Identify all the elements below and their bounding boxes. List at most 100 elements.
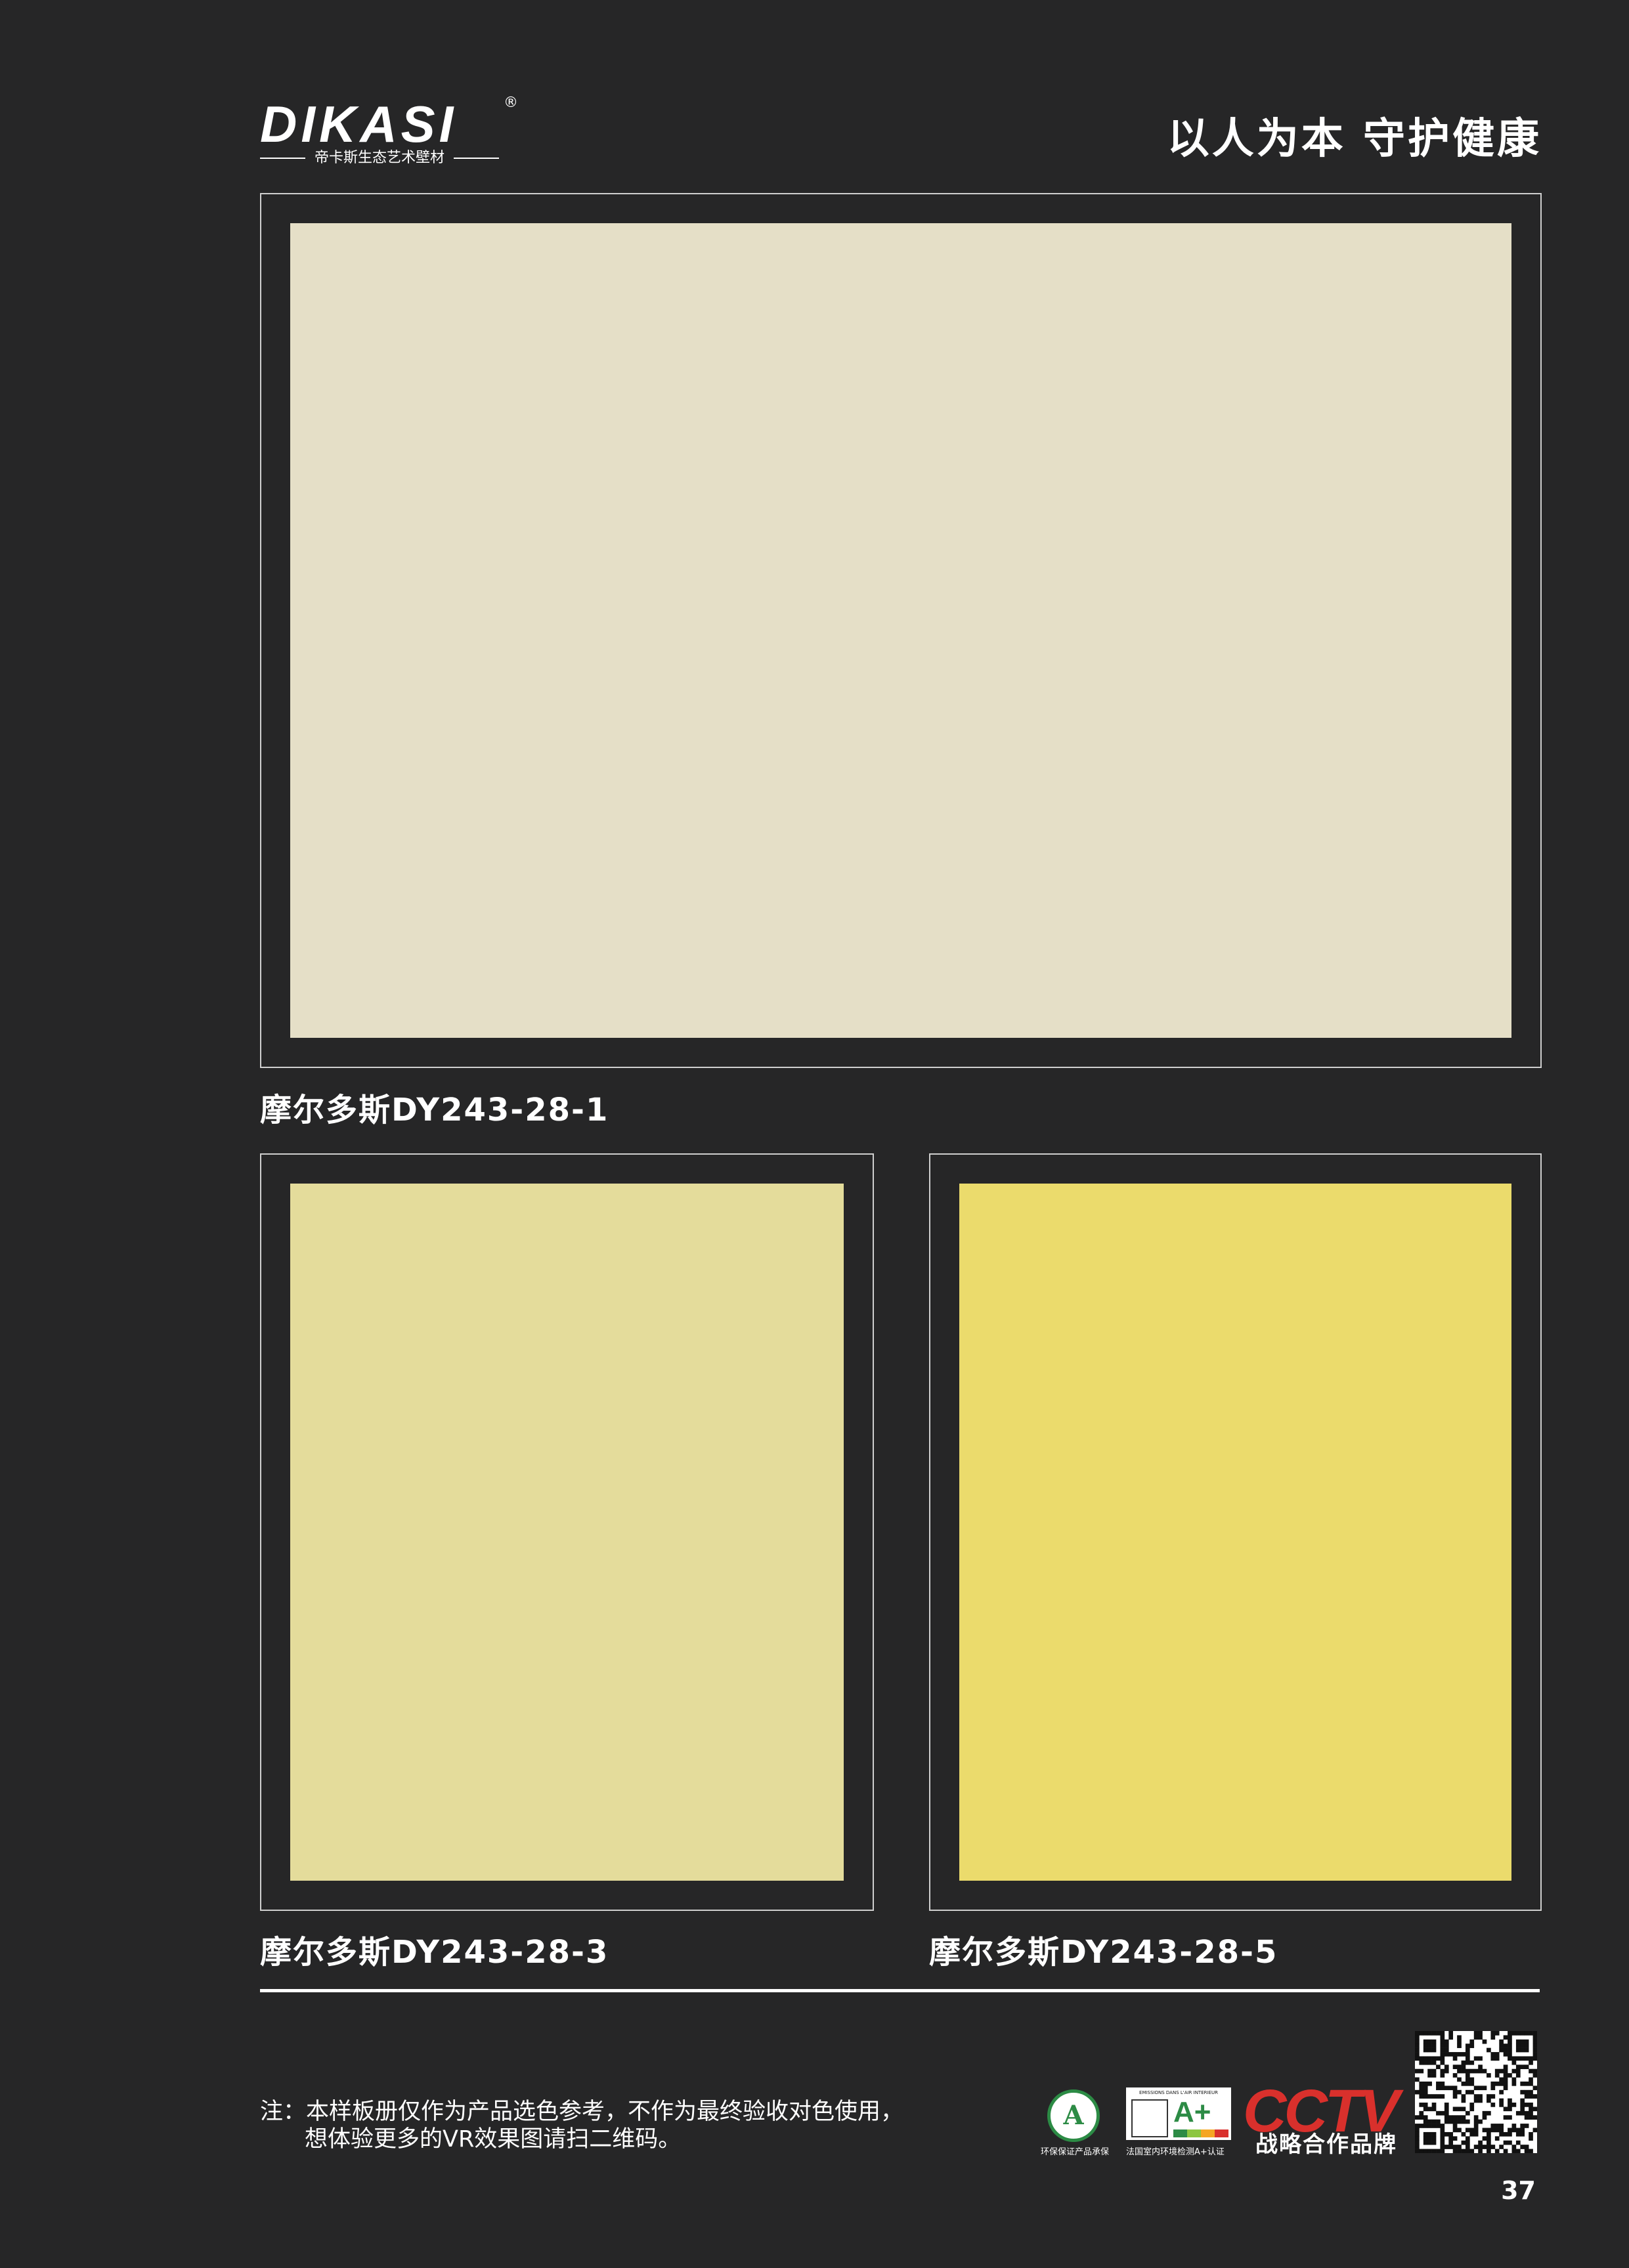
qr-module xyxy=(1515,2073,1521,2078)
qr-module xyxy=(1503,2043,1508,2048)
qr-module xyxy=(1478,2098,1483,2103)
qr-module xyxy=(1431,2107,1437,2112)
qr-module xyxy=(1469,2131,1475,2137)
qr-module xyxy=(1503,2077,1508,2082)
qr-module xyxy=(1465,2136,1470,2141)
qr-module xyxy=(1532,2094,1537,2099)
qr-module xyxy=(1511,2149,1517,2153)
qr-module xyxy=(1503,2081,1508,2086)
qr-module xyxy=(1494,2052,1500,2057)
qr-module xyxy=(1515,2031,1521,2036)
qr-module xyxy=(1508,2115,1512,2120)
qr-module xyxy=(1515,2039,1521,2044)
qr-module xyxy=(1415,2043,1420,2048)
qr-module xyxy=(1419,2056,1424,2061)
qr-module xyxy=(1469,2043,1475,2048)
qr-module xyxy=(1511,2081,1517,2086)
qr-module xyxy=(1465,2140,1470,2145)
qr-module xyxy=(1436,2119,1441,2124)
qr-module xyxy=(1529,2056,1533,2061)
qr-module xyxy=(1415,2136,1420,2141)
qr-module xyxy=(1423,2094,1428,2099)
qr-module xyxy=(1478,2056,1483,2061)
qr-module xyxy=(1529,2149,1533,2153)
qr-module xyxy=(1440,2094,1445,2099)
qr-module xyxy=(1478,2119,1483,2124)
qr-module xyxy=(1499,2047,1504,2053)
qr-module xyxy=(1478,2149,1483,2153)
qr-module xyxy=(1465,2110,1470,2116)
qr-module xyxy=(1448,2052,1454,2057)
eco-cert-badge-icon: A xyxy=(1047,2089,1100,2142)
qr-module xyxy=(1419,2115,1424,2120)
qr-module xyxy=(1508,2073,1512,2078)
eco-cert-glyph: A xyxy=(1063,2100,1084,2131)
qr-module xyxy=(1490,2081,1496,2086)
qr-module xyxy=(1503,2149,1508,2153)
qr-module xyxy=(1457,2052,1462,2057)
qr-module xyxy=(1427,2124,1432,2128)
qr-module xyxy=(1415,2124,1420,2128)
qr-module xyxy=(1457,2128,1462,2133)
qr-module xyxy=(1520,2031,1525,2036)
qr-module xyxy=(1532,2039,1537,2044)
qr-module xyxy=(1532,2086,1537,2091)
qr-module xyxy=(1419,2103,1424,2107)
qr-module xyxy=(1427,2068,1432,2074)
qr-module xyxy=(1419,2124,1424,2128)
qr-module xyxy=(1487,2047,1491,2053)
qr-module xyxy=(1452,2094,1458,2099)
qr-module xyxy=(1423,2086,1428,2091)
qr-module xyxy=(1503,2035,1508,2040)
qr-module xyxy=(1529,2077,1533,2082)
qr-module xyxy=(1494,2136,1500,2141)
qr-module xyxy=(1499,2145,1504,2149)
qr-module xyxy=(1511,2031,1517,2036)
qr-module xyxy=(1465,2089,1470,2095)
qr-code-graphic xyxy=(1415,2031,1537,2153)
qr-module xyxy=(1415,2145,1420,2149)
qr-module xyxy=(1423,2115,1428,2120)
qr-module xyxy=(1457,2145,1462,2149)
qr-module xyxy=(1427,2043,1432,2048)
qr-module xyxy=(1529,2081,1533,2086)
qr-module xyxy=(1532,2073,1537,2078)
qr-module xyxy=(1423,2089,1428,2095)
qr-module xyxy=(1529,2136,1533,2141)
qr-module xyxy=(1440,2073,1445,2078)
qr-module xyxy=(1469,2103,1475,2107)
qr-module xyxy=(1503,2086,1508,2091)
qr-module xyxy=(1461,2131,1466,2137)
qr-module xyxy=(1452,2065,1458,2070)
qr-module xyxy=(1490,2103,1496,2107)
cctv-partner-caption: 战略合作品牌 xyxy=(1255,2131,1397,2158)
qr-module xyxy=(1452,2124,1458,2128)
qr-module xyxy=(1461,2094,1466,2099)
qr-module xyxy=(1508,2035,1512,2040)
qr-module xyxy=(1457,2077,1462,2082)
qr-module xyxy=(1508,2052,1512,2057)
qr-module xyxy=(1440,2056,1445,2061)
qr-module xyxy=(1520,2131,1525,2137)
qr-module xyxy=(1469,2077,1475,2082)
qr-module xyxy=(1532,2043,1537,2048)
qr-module xyxy=(1487,2094,1491,2099)
swatch-frame-1 xyxy=(260,193,1542,1068)
qr-module xyxy=(1431,2060,1437,2065)
brand-logo-subtitle: 帝卡斯生态艺术壁材 xyxy=(260,148,500,168)
qr-module xyxy=(1457,2039,1462,2044)
qr-module xyxy=(1490,2094,1496,2099)
qr-module xyxy=(1524,2115,1529,2120)
qr-module xyxy=(1440,2086,1445,2091)
qr-module xyxy=(1452,2128,1458,2133)
qr-module xyxy=(1419,2086,1424,2091)
qr-module xyxy=(1520,2145,1525,2149)
qr-module xyxy=(1423,2060,1428,2065)
qr-code-icon[interactable] xyxy=(1415,2031,1537,2153)
qr-module xyxy=(1436,2149,1441,2153)
qr-module xyxy=(1487,2110,1491,2116)
qr-module xyxy=(1452,2136,1458,2141)
qr-module xyxy=(1419,2089,1424,2095)
aplus-cert-caption: 法国室内环境检测A+认证 xyxy=(1126,2147,1225,2157)
qr-module xyxy=(1415,2047,1420,2053)
